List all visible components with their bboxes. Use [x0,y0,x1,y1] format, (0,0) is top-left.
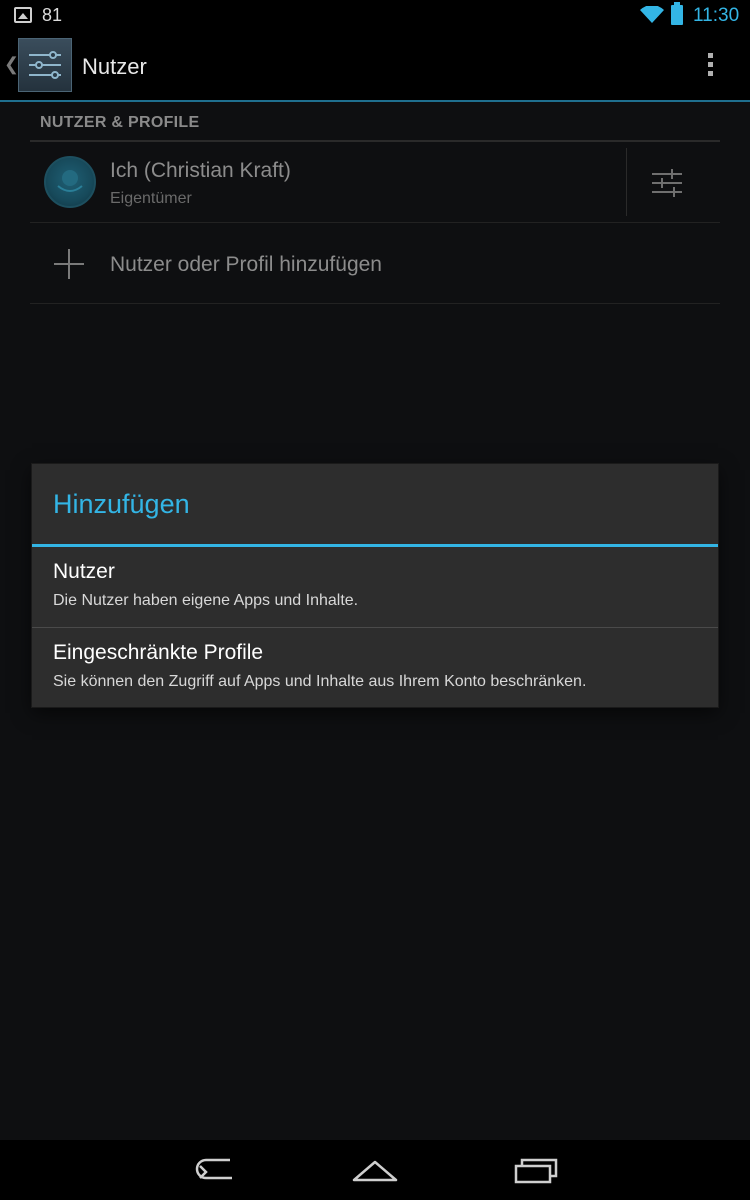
page-title: Nutzer [82,54,147,79]
up-caret-icon[interactable]: ❮ [4,54,19,75]
option-title: Eingeschränkte Profile [53,641,264,664]
settings-sliders-icon[interactable] [18,38,72,92]
section-header-label: NUTZER & PROFILE [40,114,200,131]
recent-apps-icon[interactable] [512,1154,560,1186]
option-description: Sie können den Zugriff auf Apps und Inha… [53,673,587,690]
dialog-title-bar: Hinzufügen [32,464,718,547]
clock: 11:30 [693,5,740,26]
battery-icon [671,2,683,25]
section-header: NUTZER & PROFILE [30,102,720,142]
wifi-icon [640,6,664,23]
user-name: Ich (Christian Kraft) [110,159,291,182]
action-bar: ❮ Nutzer [0,32,750,102]
image-icon [14,7,32,23]
add-user-label: Nutzer oder Profil hinzufügen [110,253,382,276]
dialog-option-restricted-profile[interactable]: Eingeschränkte Profile Sie können den Zu… [32,628,718,708]
back-icon[interactable] [192,1154,238,1184]
option-description: Die Nutzer haben eigene Apps und Inhalte… [53,592,359,609]
user-settings-icon[interactable] [650,166,684,200]
overflow-menu-icon[interactable] [697,50,723,82]
plus-icon [54,249,84,279]
divider [626,148,627,216]
list-item-user-owner[interactable]: Ich (Christian Kraft) Eigentümer [30,142,720,223]
dialog-option-user[interactable]: Nutzer Die Nutzer haben eigene Apps und … [32,547,718,628]
status-bar: 81 11:30 [0,0,750,32]
add-user-button[interactable]: Nutzer oder Profil hinzufügen [30,223,720,304]
navigation-bar [0,1140,750,1200]
notification-count: 81 [42,5,63,25]
add-dialog: Hinzufügen Nutzer Die Nutzer haben eigen… [32,464,718,707]
option-title: Nutzer [53,560,115,583]
home-icon[interactable] [350,1156,400,1184]
user-role: Eigentümer [110,190,192,207]
avatar [44,156,96,208]
dialog-title: Hinzufügen [53,489,190,519]
